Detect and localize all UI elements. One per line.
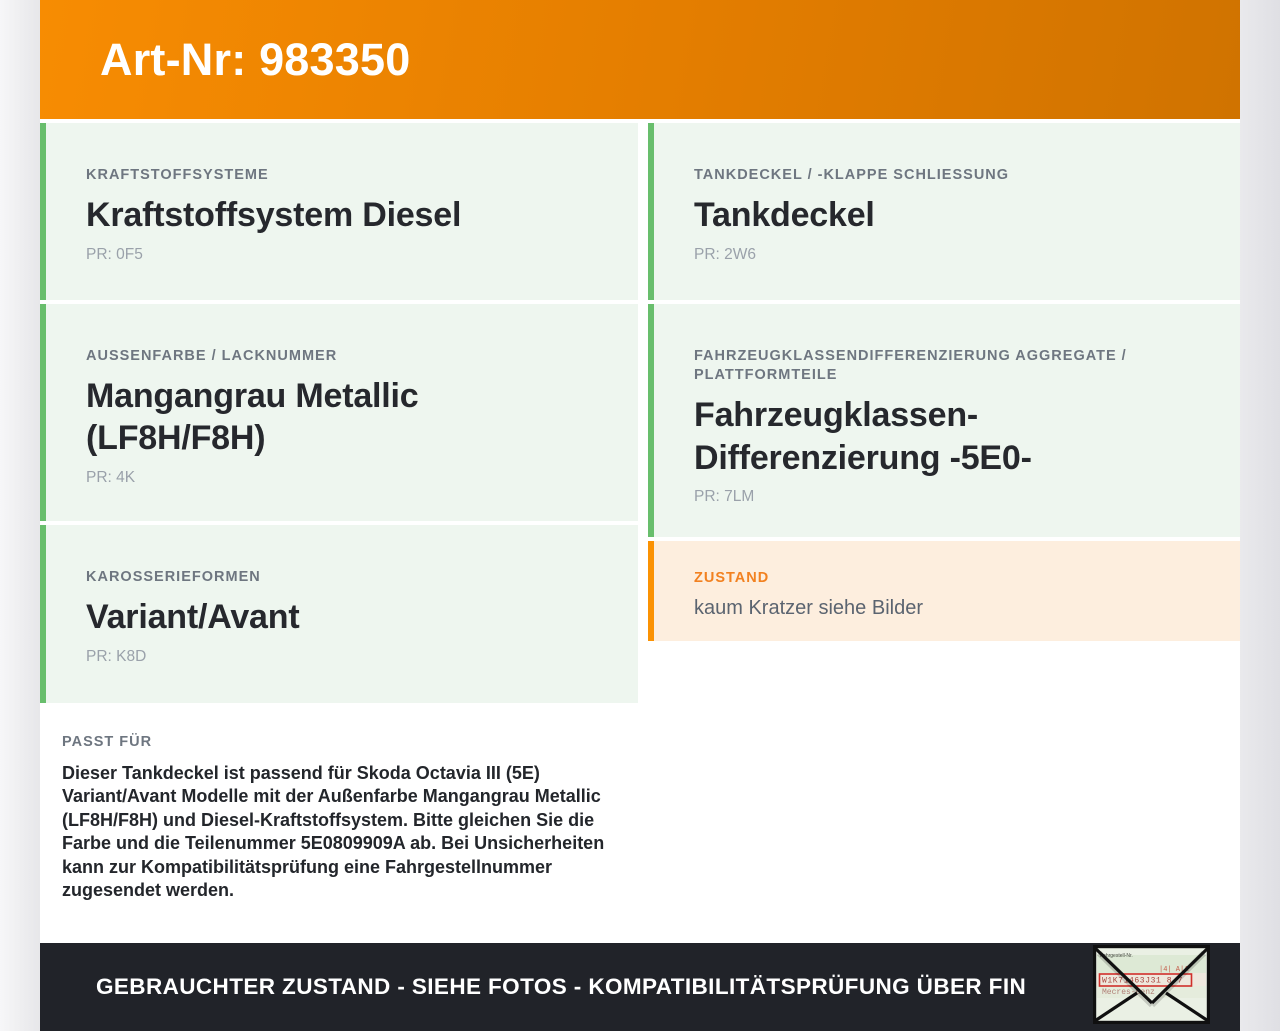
product-sheet: Art-Nr: 983350 KRAFTSTOFFSYSTEME Kraftst… — [40, 0, 1240, 1031]
card-label: FAHRZEUGKLASSENDIFFERENZIERUNG AGGREGATE… — [694, 348, 1127, 384]
card-label: TANKDECKEL / -KLAPPE SCHLIESSUNG — [694, 167, 1010, 183]
card-karosserieform: KAROSSERIEFORMEN Variant/Avant PR: K8D — [40, 525, 638, 703]
card-title: Fahrzeugklassen-Differenzierung -5E0- — [694, 396, 1032, 477]
condition-text: kaum Kratzer siehe Bilder — [694, 597, 923, 620]
compatibility-description: Dieser Tankdeckel ist passend für Skoda … — [62, 762, 605, 901]
footer-bar: GEBRAUCHTER ZUSTAND - SIEHE FOTOS - KOMP… — [40, 943, 1240, 1031]
card-title: Kraftstoffsystem Diesel — [86, 196, 462, 235]
pr-code: PR: 2W6 — [694, 245, 757, 263]
header-banner: Art-Nr: 983350 — [40, 0, 1240, 119]
card-title: Tankdeckel — [694, 196, 875, 235]
card-label: KAROSSERIEFORMEN — [86, 569, 261, 586]
pr-code: PR: 7LM — [694, 488, 755, 506]
crossed-registration-document-image: Fahrgestell-Nr. |4| A|A W1K71463J31 8 7 … — [1093, 945, 1210, 1024]
pr-code: PR: 0F5 — [86, 245, 143, 263]
card-label: KRAFTSTOFFSYSTEME — [86, 167, 269, 183]
card-title: Variant/Avant — [86, 598, 300, 637]
card-passt-fuer: PASST FÜR Dieser Tankdeckel ist passend … — [40, 706, 638, 939]
page: Art-Nr: 983350 KRAFTSTOFFSYSTEME Kraftst… — [0, 0, 1280, 1031]
footer-banner-text: GEBRAUCHTER ZUSTAND - SIEHE FOTOS - KOMP… — [96, 974, 1027, 999]
card-label: ZUSTAND — [694, 570, 770, 586]
card-fahrzeugklassen: FAHRZEUGKLASSENDIFFERENZIERUNG AGGREGATE… — [648, 304, 1240, 537]
card-title: Mangangrau Metallic (LF8H/F8H) — [86, 376, 419, 458]
pr-code: PR: 4K — [86, 468, 136, 486]
card-tankdeckel: TANKDECKEL / -KLAPPE SCHLIESSUNG Tankdec… — [648, 123, 1240, 300]
column-left: KRAFTSTOFFSYSTEME Kraftstoffsystem Diese… — [40, 123, 638, 943]
card-label: AUSSENFARBE / LACKNUMMER — [86, 347, 338, 364]
card-kraftstoffsystem: KRAFTSTOFFSYSTEME Kraftstoffsystem Diese… — [40, 123, 638, 300]
pr-code: PR: K8D — [86, 647, 147, 665]
column-right: TANKDECKEL / -KLAPPE SCHLIESSUNG Tankdec… — [648, 123, 1240, 943]
brand-text: Mecres-Benz — [1102, 988, 1155, 997]
article-number-title: Art-Nr: 983350 — [100, 33, 411, 85]
card-aussenfarbe: AUSSENFARBE / LACKNUMMER Mangangrau Meta… — [40, 303, 638, 522]
content-area: KRAFTSTOFFSYSTEME Kraftstoffsystem Diese… — [40, 119, 1240, 943]
card-zustand: ZUSTAND kaum Kratzer siehe Bilder — [648, 541, 1240, 641]
card-label: PASST FÜR — [62, 733, 153, 750]
